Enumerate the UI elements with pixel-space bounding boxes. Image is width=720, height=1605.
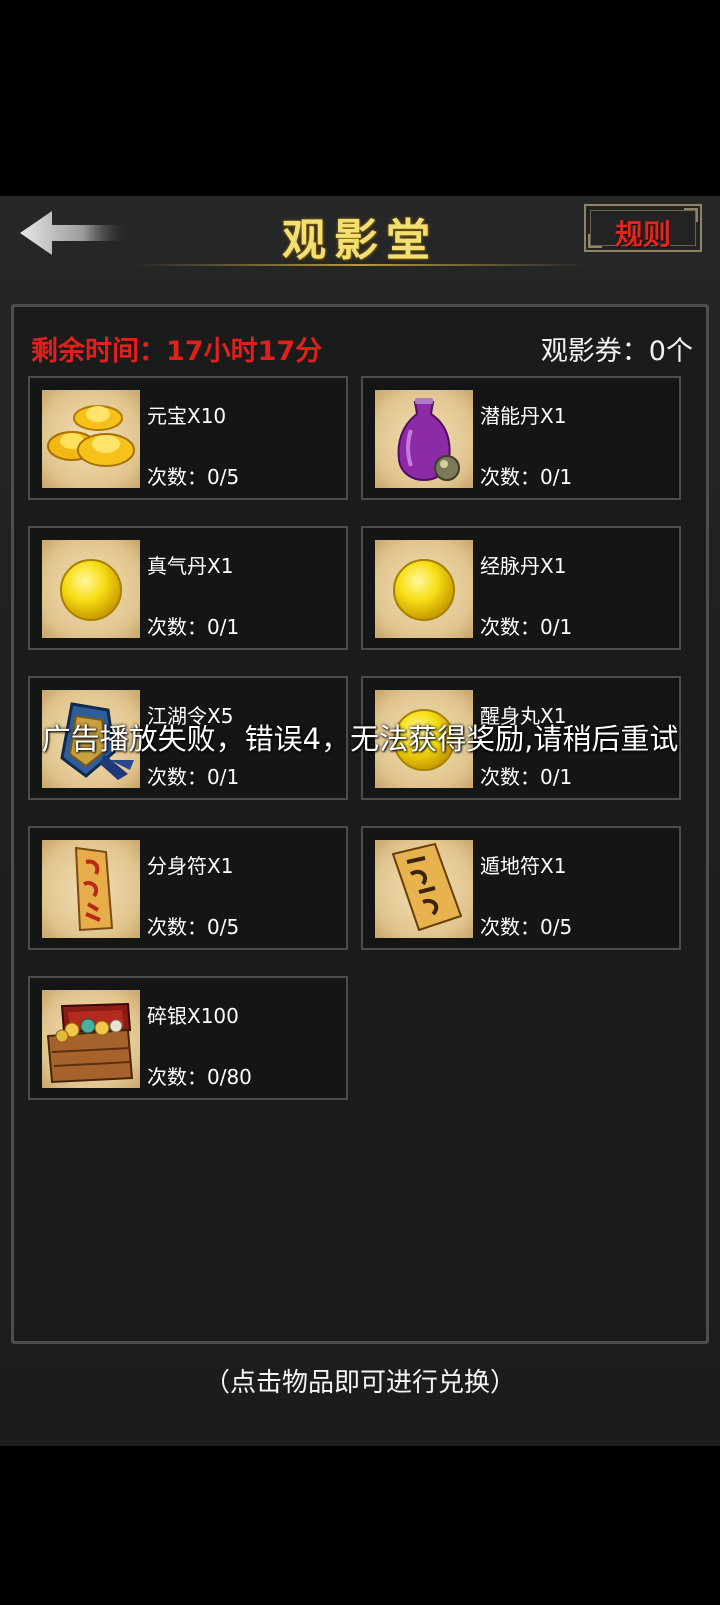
- exchange-hint: （点击物品即可进行兑换）: [203, 1368, 516, 1398]
- item-name: 碎银X100: [147, 1004, 239, 1028]
- item-count: 次数：0/1: [480, 765, 573, 789]
- treasure-chest-icon: [42, 990, 140, 1088]
- item-name: 潜能丹X1: [480, 404, 567, 428]
- item-count: 次数：0/1: [480, 465, 573, 489]
- item-card-meridian-pill[interactable]: 经脉丹X1 次数：0/1: [361, 526, 681, 650]
- item-count: 次数：0/80: [147, 1065, 252, 1089]
- item-count: 次数：0/1: [147, 765, 240, 789]
- item-count: 次数：0/1: [147, 615, 240, 639]
- yellow-pill-icon: [42, 540, 140, 638]
- purple-vase-icon: [375, 390, 473, 488]
- item-name: 经脉丹X1: [480, 554, 567, 578]
- time-remaining: 剩余时间：17小时17分: [31, 336, 323, 367]
- item-count: 次数：0/1: [480, 615, 573, 639]
- rules-button-label: 规则: [614, 218, 671, 251]
- item-name: 分身符X1: [147, 854, 234, 878]
- yellow-pill-icon: [375, 540, 473, 638]
- app-screen: 观影堂 规则 剩余时间：17小时17分 观影券：0个 元宝X10 次数：0/5 …: [0, 196, 720, 1446]
- talisman-icon: [42, 840, 140, 938]
- talisman-icon: [375, 840, 473, 938]
- rules-button[interactable]: 规则: [584, 204, 702, 252]
- item-count: 次数：0/5: [147, 915, 240, 939]
- item-name: 元宝X10: [147, 404, 227, 428]
- title-divider: [130, 264, 590, 266]
- item-card-clone-talisman[interactable]: 分身符X1 次数：0/5: [28, 826, 348, 950]
- item-name: 遁地符X1: [480, 854, 567, 878]
- item-card-potential-pill[interactable]: 潜能丹X1 次数：0/1: [361, 376, 681, 500]
- item-card-ingot[interactable]: 元宝X10 次数：0/5: [28, 376, 348, 500]
- item-count: 次数：0/5: [480, 915, 573, 939]
- exchange-panel: 剩余时间：17小时17分 观影券：0个 元宝X10 次数：0/5 潜能丹X1 次…: [11, 304, 709, 1344]
- item-count: 次数：0/5: [147, 465, 240, 489]
- item-card-earth-escape-talisman[interactable]: 遁地符X1 次数：0/5: [361, 826, 681, 950]
- gold-ingot-icon: [42, 390, 140, 488]
- error-toast: 广告播放失败，错误4，无法获得奖励,请稍后重试: [41, 722, 679, 756]
- item-card-qi-pill[interactable]: 真气丹X1 次数：0/1: [28, 526, 348, 650]
- ticket-count: 观影券：0个: [540, 336, 693, 367]
- item-card-silver[interactable]: 碎银X100 次数：0/80: [28, 976, 348, 1100]
- item-name: 真气丹X1: [147, 554, 234, 578]
